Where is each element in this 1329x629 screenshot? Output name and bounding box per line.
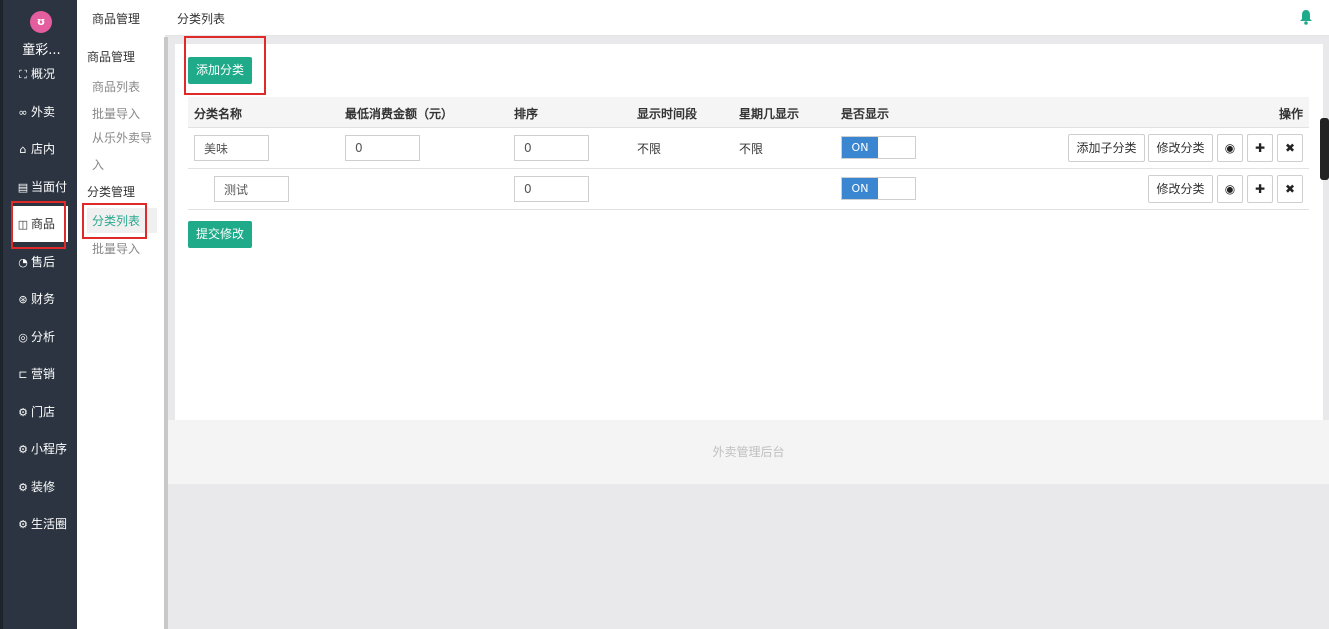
plus-icon[interactable]: ✚	[1247, 134, 1273, 162]
sidebar-item-store[interactable]: ⚙ 门店	[16, 401, 76, 437]
page-footer: 外卖管理后台	[168, 420, 1329, 484]
col-header-weekday: 星期几显示	[739, 107, 800, 121]
gear-icon: ⚙	[18, 443, 28, 456]
sidebar-item-dine-in[interactable]: ⌂ 店内	[16, 138, 76, 174]
category-name-input[interactable]	[214, 176, 289, 202]
toggle-on-label: ON	[842, 178, 878, 199]
dashboard-icon: ⛶	[19, 68, 27, 81]
sub-link-import-from-lewaimai[interactable]: 从乐外卖导入	[92, 125, 157, 179]
sidebar-item-products[interactable]: ◫ 商品	[13, 206, 68, 242]
sub-group-categories: 分类管理	[87, 185, 136, 199]
min-amount-input[interactable]	[345, 135, 420, 161]
main-sidebar: ʊ 童彩... ⛶ 概况 ∞ 外卖 ⌂ 店内 ▤ 当面付 ◫ 商品 ◔ 售后 ⊛ 财务 ◎ 分析…	[0, 0, 77, 629]
sub-link-product-list[interactable]: 商品列表	[92, 78, 140, 95]
gear-icon: ⚙	[18, 481, 28, 494]
gear-icon: ⚙	[18, 406, 28, 419]
col-header-visible: 是否显示	[841, 107, 890, 121]
col-header-actions: 操作	[1278, 107, 1303, 121]
plus-icon[interactable]: ✚	[1247, 175, 1273, 203]
add-subcategory-button[interactable]: 添加子分类	[1068, 134, 1145, 162]
sidebar-item-life-circle[interactable]: ⚙ 生活圈	[16, 513, 76, 549]
toggle-on-label: ON	[842, 137, 878, 158]
footer-text: 外卖管理后台	[712, 445, 785, 459]
col-header-name: 分类名称	[194, 107, 243, 121]
sort-input[interactable]	[514, 135, 589, 161]
sidebar-item-mini-program[interactable]: ⚙ 小程序	[16, 438, 76, 474]
delivery-icon: ∞	[18, 106, 28, 119]
eye-icon[interactable]: ◉	[1217, 175, 1243, 203]
analytics-icon: ◎	[18, 331, 28, 344]
sub-sidebar-scrollbar[interactable]	[164, 37, 168, 629]
top-header: 分类列表	[165, 0, 1329, 36]
sidebar-item-after-sales[interactable]: ◔ 售后	[16, 251, 76, 287]
visible-toggle[interactable]: ON	[841, 177, 916, 200]
col-header-min-amount: 最低消费金额（元）	[345, 107, 454, 121]
sidebar-item-analytics[interactable]: ◎ 分析	[16, 326, 76, 362]
sidebar-item-overview[interactable]: ⛶ 概况	[16, 63, 76, 99]
close-icon[interactable]: ✖	[1277, 134, 1303, 162]
sidebar-item-delivery[interactable]: ∞ 外卖	[16, 101, 76, 137]
aftersale-icon: ◔	[18, 256, 28, 269]
receipt-icon: ▤	[17, 181, 29, 194]
sub-group-products: 商品管理	[87, 50, 136, 64]
col-header-time-range: 显示时间段	[637, 107, 698, 121]
time-range-value: 不限	[637, 142, 662, 156]
shop-name[interactable]: 童彩...	[3, 39, 80, 58]
sidebar-item-marketing[interactable]: ⊏ 营销	[16, 363, 76, 399]
visible-toggle[interactable]: ON	[841, 136, 916, 159]
edit-category-button[interactable]: 修改分类	[1148, 134, 1213, 162]
sub-link-category-batch-import[interactable]: 批量导入	[92, 240, 140, 257]
page-scroll-handle[interactable]	[1320, 118, 1329, 180]
submit-changes-button[interactable]: 提交修改	[188, 221, 253, 248]
table-row: 不限 不限 ON 添加子分类 修改分类 ◉ ✚ ✖	[188, 128, 1309, 169]
bell-icon[interactable]	[1299, 9, 1313, 25]
add-category-button[interactable]: 添加分类	[188, 57, 253, 84]
sort-input[interactable]	[514, 176, 589, 202]
table-row: ON 修改分类 ◉ ✚ ✖	[188, 169, 1309, 210]
bag-icon: ◫	[17, 218, 29, 231]
sub-sidebar-title: 商品管理	[92, 12, 141, 26]
shop-logo-icon: ʊ	[30, 11, 52, 33]
gear-icon: ⚙	[18, 518, 28, 531]
category-name-input[interactable]	[194, 135, 269, 161]
close-icon[interactable]: ✖	[1277, 175, 1303, 203]
sidebar-item-finance[interactable]: ⊛ 财务	[16, 288, 76, 324]
edit-category-button[interactable]: 修改分类	[1148, 175, 1213, 203]
sidebar-item-decoration[interactable]: ⚙ 装修	[16, 476, 76, 512]
marketing-icon: ⊏	[18, 368, 28, 381]
eye-icon[interactable]: ◉	[1217, 134, 1243, 162]
store-icon: ⌂	[19, 143, 27, 156]
sub-link-category-list[interactable]: 分类列表	[87, 208, 157, 233]
sub-sidebar: 商品管理 商品管理 商品列表 批量导入 从乐外卖导入 分类管理 分类列表 批量导…	[77, 0, 165, 629]
weekday-value: 不限	[739, 142, 764, 156]
col-header-sort: 排序	[514, 107, 539, 121]
finance-icon: ⊛	[18, 293, 28, 306]
sub-link-batch-import[interactable]: 批量导入	[92, 105, 140, 122]
table-header: 分类名称 最低消费金额（元） 排序 显示时间段 星期几显示 是否显示 操作	[188, 97, 1309, 128]
page-title: 分类列表	[177, 12, 226, 26]
